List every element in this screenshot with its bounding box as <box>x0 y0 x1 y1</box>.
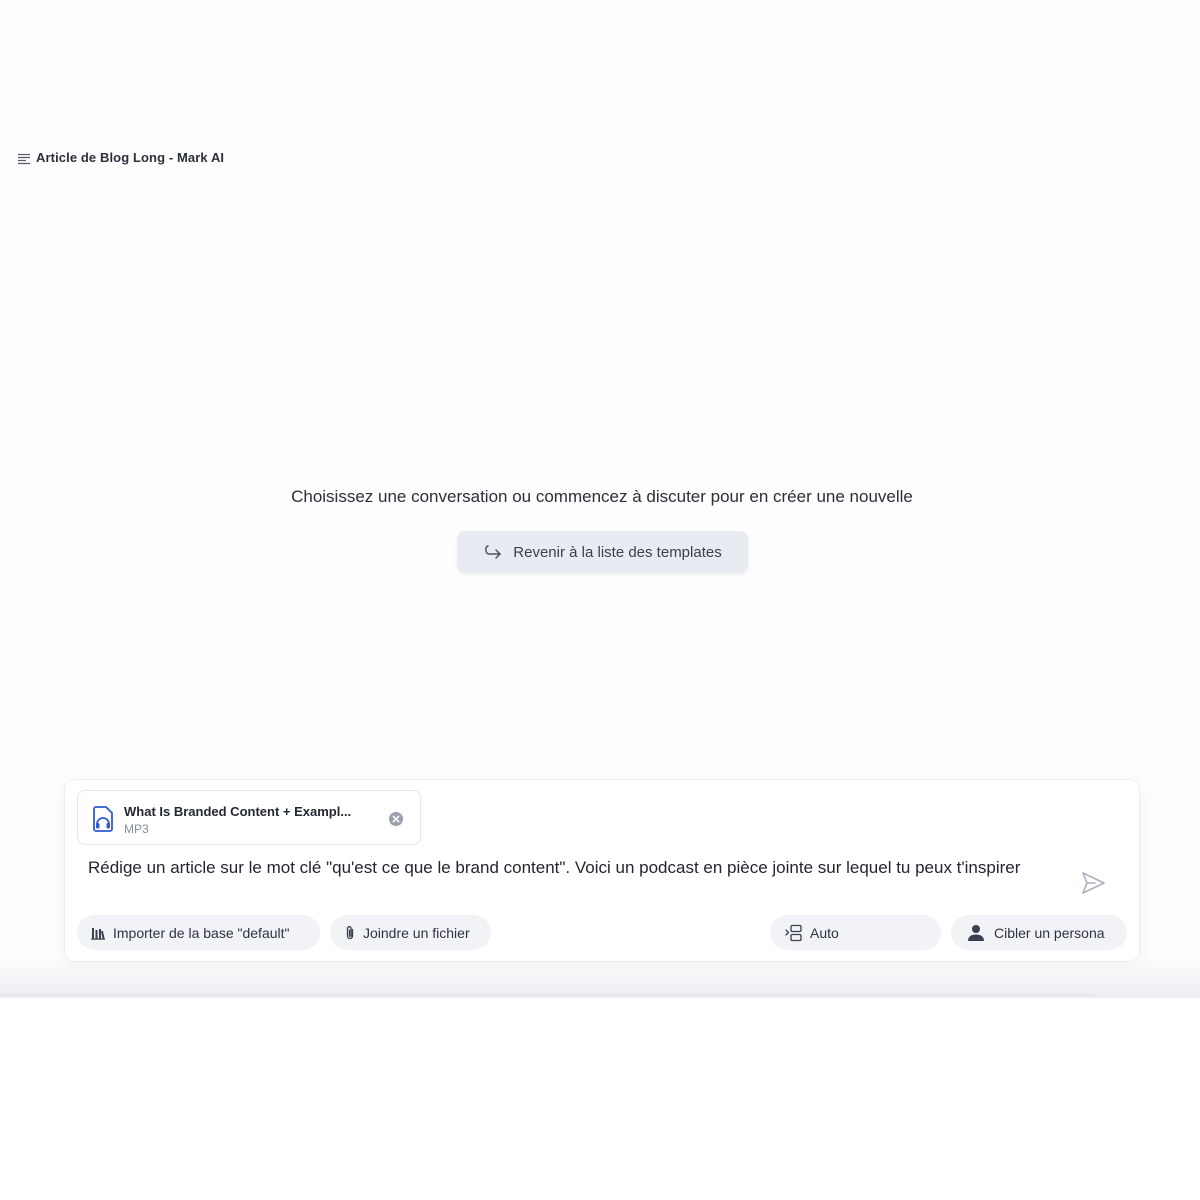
persona-label: Cibler un persona <box>994 924 1105 941</box>
person-icon <box>967 924 985 942</box>
send-icon[interactable] <box>1079 869 1107 897</box>
layout-mode-icon <box>785 924 803 942</box>
back-to-templates-button[interactable]: Revenir à la liste des templates <box>457 531 748 573</box>
menu-lines-icon[interactable] <box>17 151 31 165</box>
attach-file-button[interactable]: Joindre un fichier <box>330 915 491 950</box>
library-icon <box>91 926 106 940</box>
back-button-label: Revenir à la liste des templates <box>513 543 722 561</box>
audio-file-icon <box>91 806 115 832</box>
page-header: Article de Blog Long - Mark AI <box>17 150 224 165</box>
import-label: Importer de la base "default" <box>113 924 290 941</box>
chat-composer: What Is Branded Content + Exampl... MP3 … <box>65 780 1139 961</box>
join-label: Joindre un fichier <box>363 924 470 941</box>
app-canvas: Article de Blog Long - Mark AI Choisisse… <box>0 0 1200 998</box>
auto-mode-selector[interactable]: Auto <box>770 915 941 950</box>
remove-circle-icon[interactable] <box>388 811 404 827</box>
attachment-name: What Is Branded Content + Exampl... <box>124 804 352 819</box>
page-title: Article de Blog Long - Mark AI <box>36 150 225 165</box>
paperclip-icon <box>344 925 356 941</box>
bottom-shadow <box>0 958 1200 998</box>
target-persona-button[interactable]: Cibler un persona <box>951 915 1127 950</box>
attachment-type: MP3 <box>124 822 149 836</box>
window-bottom-edge <box>0 993 1200 996</box>
import-knowledge-button[interactable]: Importer de la base "default" <box>77 915 320 950</box>
prompt-input[interactable]: Rédige un article sur le mot clé "qu'est… <box>88 854 1058 882</box>
auto-label: Auto <box>810 924 839 941</box>
empty-state-message: Choisissez une conversation ou commencez… <box>291 487 913 506</box>
return-arrow-icon <box>483 543 503 561</box>
attachment-card[interactable]: What Is Branded Content + Exampl... MP3 <box>77 790 421 845</box>
